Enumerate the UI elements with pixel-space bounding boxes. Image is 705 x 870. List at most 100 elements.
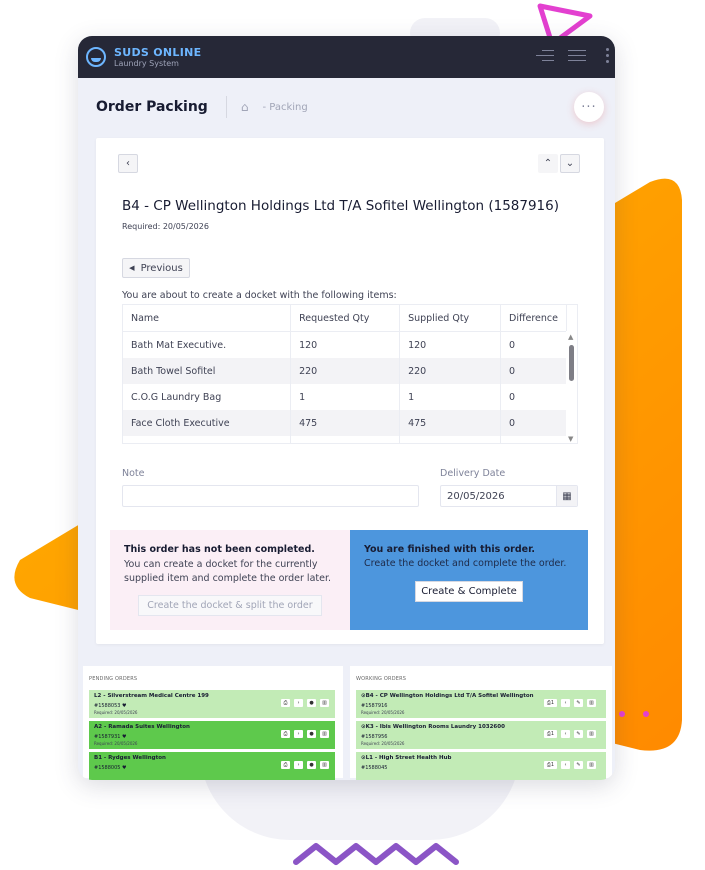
print-icon[interactable]: ⎙	[281, 730, 290, 738]
chevron-right-icon[interactable]: ›	[294, 761, 303, 769]
working-orders-pane: WORKING ORDERS ⊙B4 - CP Wellington Holdi…	[350, 666, 612, 780]
print-count-badge[interactable]: ⎙ 1	[544, 730, 557, 738]
logo-title: SUDS ONLINE	[114, 45, 202, 59]
order-name: A2 - Ramada Suites Wellington	[94, 724, 190, 730]
chevron-right-icon[interactable]: ›	[294, 730, 303, 738]
cell-name: Face Cloth Executive	[123, 410, 292, 436]
order-date: Required: 20/05/2026	[361, 710, 405, 715]
col-requested: Requested Qty	[290, 305, 401, 332]
logo-subtitle: Laundry System	[114, 58, 179, 68]
split-order-button[interactable]: Create the docket & split the order	[138, 595, 322, 616]
chevron-right-icon[interactable]: ›	[294, 699, 303, 707]
previous-button[interactable]: ◀ Previous	[122, 258, 190, 278]
trash-icon[interactable]: ▥	[587, 730, 596, 738]
finished-panel: You are finished with this order. Create…	[350, 530, 588, 630]
print-count-badge[interactable]: ⎙ 1	[544, 761, 557, 769]
chevron-left-icon[interactable]: ‹	[561, 699, 570, 707]
trash-icon[interactable]: ▥	[587, 699, 596, 707]
items-table[interactable]: Name Requested Qty Supplied Qty Differen…	[122, 304, 578, 444]
cell-requested: 175	[290, 436, 401, 443]
cell-difference: 0	[500, 384, 567, 410]
trash-icon[interactable]: ▥	[320, 761, 329, 769]
delivery-date-input[interactable]: 20/05/2026 ▦	[440, 485, 578, 507]
pending-order-item[interactable]: L2 - Silverstream Medical Centre 199 #15…	[89, 690, 335, 718]
note-input[interactable]	[122, 485, 419, 507]
edit-icon[interactable]: ✎	[574, 730, 583, 738]
eye-icon[interactable]: ●	[307, 730, 316, 738]
scroll-up-button[interactable]: ⌃	[538, 154, 558, 173]
back-button[interactable]: ‹	[118, 154, 138, 173]
home-icon[interactable]: ⌂	[241, 100, 249, 114]
app-window: SUDS ONLINE Laundry System Order Packing…	[78, 36, 615, 780]
pending-order-item[interactable]: A2 - Ramada Suites Wellington #1587931 ♥…	[89, 721, 335, 749]
order-id: #1588045	[361, 765, 388, 771]
cell-requested: 120	[290, 331, 401, 358]
order-name: B1 - Rydges Wellington	[94, 755, 166, 761]
create-complete-button[interactable]: Create & Complete	[415, 581, 523, 602]
required-date: Required: 20/05/2026	[122, 222, 209, 231]
cell-supplied: 120	[399, 331, 502, 358]
table-row[interactable]: Bath Mat Executive. 120 120 0	[123, 331, 567, 358]
logo-icon	[86, 47, 106, 67]
edit-icon[interactable]: ✎	[574, 699, 583, 707]
scroll-down-button[interactable]: ⌄	[560, 154, 580, 173]
cell-difference: 0	[500, 358, 567, 384]
order-date: Required: 20/05/2026	[94, 741, 138, 746]
table-row[interactable]: C.O.G Laundry Bag 1 1 0	[123, 384, 567, 410]
print-count-badge[interactable]: ⎙ 1	[544, 699, 557, 707]
previous-label: Previous	[140, 262, 183, 274]
cell-difference: 0	[500, 436, 567, 443]
scroll-thumb[interactable]	[569, 345, 574, 381]
trash-icon[interactable]: ▥	[320, 699, 329, 707]
edit-icon[interactable]: ✎	[574, 761, 583, 769]
order-id: #1587956	[361, 734, 388, 740]
trash-icon[interactable]: ▥	[320, 730, 329, 738]
chevron-down-icon: ⌄	[565, 158, 575, 169]
finished-text: Create the docket and complete the order…	[364, 558, 567, 569]
scroll-down-arrow-icon[interactable]: ▼	[568, 435, 573, 443]
delivery-date-label: Delivery Date	[440, 468, 506, 479]
working-order-item[interactable]: ⊙L1 - High Street Health Hub #1588045 ⎙ 1…	[356, 752, 606, 780]
cell-name: C.O.G Laundry Bag	[123, 384, 292, 410]
order-name: ⊙B4 - CP Wellington Holdings Ltd T/A Sof…	[361, 693, 534, 699]
decor-pink-dot	[643, 711, 649, 717]
print-count: 1	[550, 762, 555, 768]
order-id: #1588053 ♥	[94, 703, 127, 709]
table-row[interactable]: Hand Towel Sofitel 175 175 0	[123, 436, 567, 443]
order-name: ⊙K3 - Ibis Wellington Rooms Laundry 1032…	[361, 724, 505, 730]
table-scrollbar[interactable]: ▲ ▼	[566, 331, 577, 443]
working-order-item[interactable]: ⊙B4 - CP Wellington Holdings Ltd T/A Sof…	[356, 690, 606, 718]
note-label: Note	[122, 468, 145, 479]
page-title: Order Packing	[96, 99, 208, 115]
pending-order-item[interactable]: B1 - Rydges Wellington #1588005 ♥ ⎙ › ● …	[89, 752, 335, 780]
table-header-row: Name Requested Qty Supplied Qty Differen…	[123, 305, 567, 332]
aside-toggle-icon[interactable]	[536, 50, 554, 62]
logo[interactable]: SUDS ONLINE Laundry System	[114, 47, 201, 68]
divider	[225, 96, 227, 118]
order-name: L2 - Silverstream Medical Centre 199	[94, 693, 209, 699]
print-icon[interactable]: ⎙	[281, 761, 290, 769]
scroll-up-arrow-icon[interactable]: ▲	[568, 333, 573, 341]
trash-icon[interactable]: ▥	[587, 761, 596, 769]
chevron-left-icon: ‹	[126, 158, 130, 169]
cell-difference: 0	[500, 410, 567, 436]
kebab-menu-icon[interactable]	[606, 48, 609, 66]
print-icon[interactable]: ⎙	[281, 699, 290, 707]
chevron-left-icon[interactable]: ‹	[561, 761, 570, 769]
table-row[interactable]: Face Cloth Executive 475 475 0	[123, 410, 567, 436]
col-name: Name	[123, 305, 292, 332]
working-order-item[interactable]: ⊙K3 - Ibis Wellington Rooms Laundry 1032…	[356, 721, 606, 749]
breadcrumb-packing[interactable]: - Packing	[262, 102, 307, 113]
eye-icon[interactable]: ●	[307, 699, 316, 707]
order-title: B4 - CP Wellington Holdings Ltd T/A Sofi…	[122, 198, 560, 214]
cell-requested: 475	[290, 410, 401, 436]
more-options-button[interactable]: ···	[574, 92, 604, 122]
eye-icon[interactable]: ●	[307, 761, 316, 769]
cell-name: Hand Towel Sofitel	[123, 436, 292, 443]
docket-intro: You are about to create a docket with th…	[122, 290, 397, 301]
calendar-icon[interactable]: ▦	[556, 486, 577, 506]
order-date: Required: 20/05/2026	[361, 741, 405, 746]
table-row[interactable]: Bath Towel Sofitel 220 220 0	[123, 358, 567, 384]
menu-icon[interactable]	[568, 50, 586, 62]
chevron-left-icon[interactable]: ‹	[561, 730, 570, 738]
